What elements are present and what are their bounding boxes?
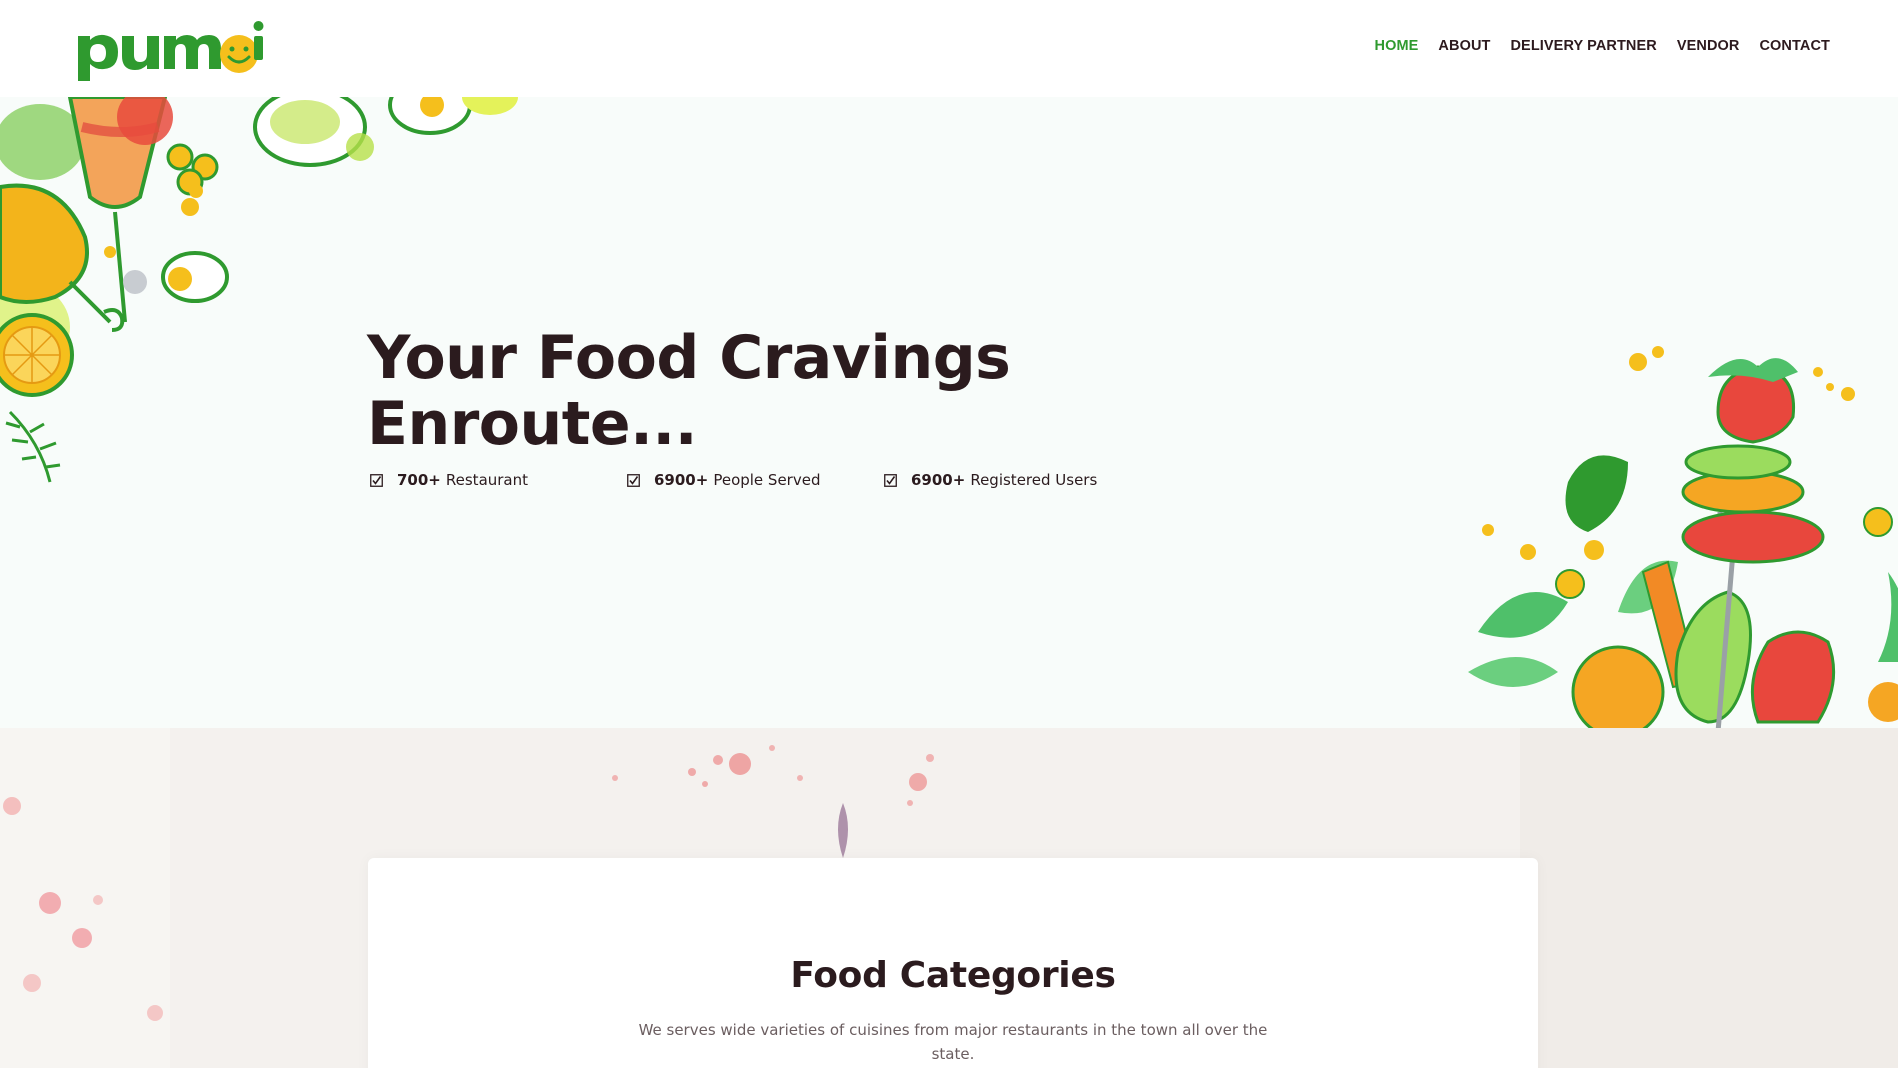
hero-section: Your Food Cravings Enroute... 700+ Resta… — [0, 97, 1898, 728]
stat-label: Registered Users — [970, 471, 1098, 489]
nav-home[interactable]: HOME — [1375, 38, 1419, 54]
stat-people-served: 6900+ People Served — [627, 471, 884, 489]
stat-value: 6900+ — [654, 471, 709, 489]
hero-title-line-2: Enroute... — [367, 389, 697, 459]
site-header: HOME ABOUT DELIVERY PARTNER VENDOR CONTA… — [0, 0, 1898, 97]
nav-contact[interactable]: CONTACT — [1759, 38, 1830, 54]
food-categories-section: Food Categories We serves wide varieties… — [0, 728, 1898, 1068]
stat-registered-users: 6900+ Registered Users — [884, 471, 1097, 489]
main-nav: HOME ABOUT DELIVERY PARTNER VENDOR CONTA… — [1375, 38, 1830, 54]
stat-value: 700+ — [397, 471, 441, 489]
food-categories-card: Food Categories We serves wide varieties… — [368, 858, 1538, 1068]
hero-title-line-1: Your Food Cravings — [367, 323, 1011, 393]
food-illustration-right — [1468, 346, 1898, 728]
stat-value: 6900+ — [911, 471, 966, 489]
section-title: Food Categories — [790, 955, 1116, 996]
stat-label: Restaurant — [445, 471, 529, 489]
site-logo[interactable] — [76, 14, 266, 84]
nav-delivery-partner[interactable]: DELIVERY PARTNER — [1510, 38, 1656, 54]
checkbox-icon — [884, 473, 897, 487]
nav-about[interactable]: ABOUT — [1438, 38, 1490, 54]
nav-vendor[interactable]: VENDOR — [1677, 38, 1740, 54]
stat-restaurants: 700+ Restaurant — [370, 471, 627, 489]
logo-image — [78, 21, 264, 81]
section-description: We serves wide varieties of cuisines fro… — [638, 1021, 1268, 1063]
checkbox-icon — [370, 473, 383, 487]
page: HOME ABOUT DELIVERY PARTNER VENDOR CONTA… — [0, 0, 1898, 1068]
hero-title: Your Food Cravings Enroute... — [367, 323, 1011, 459]
stat-label: People Served — [713, 471, 821, 489]
hero-stats: 700+ Restaurant 6900+ People Served 6900… — [370, 471, 1097, 489]
checkbox-icon — [627, 473, 640, 487]
